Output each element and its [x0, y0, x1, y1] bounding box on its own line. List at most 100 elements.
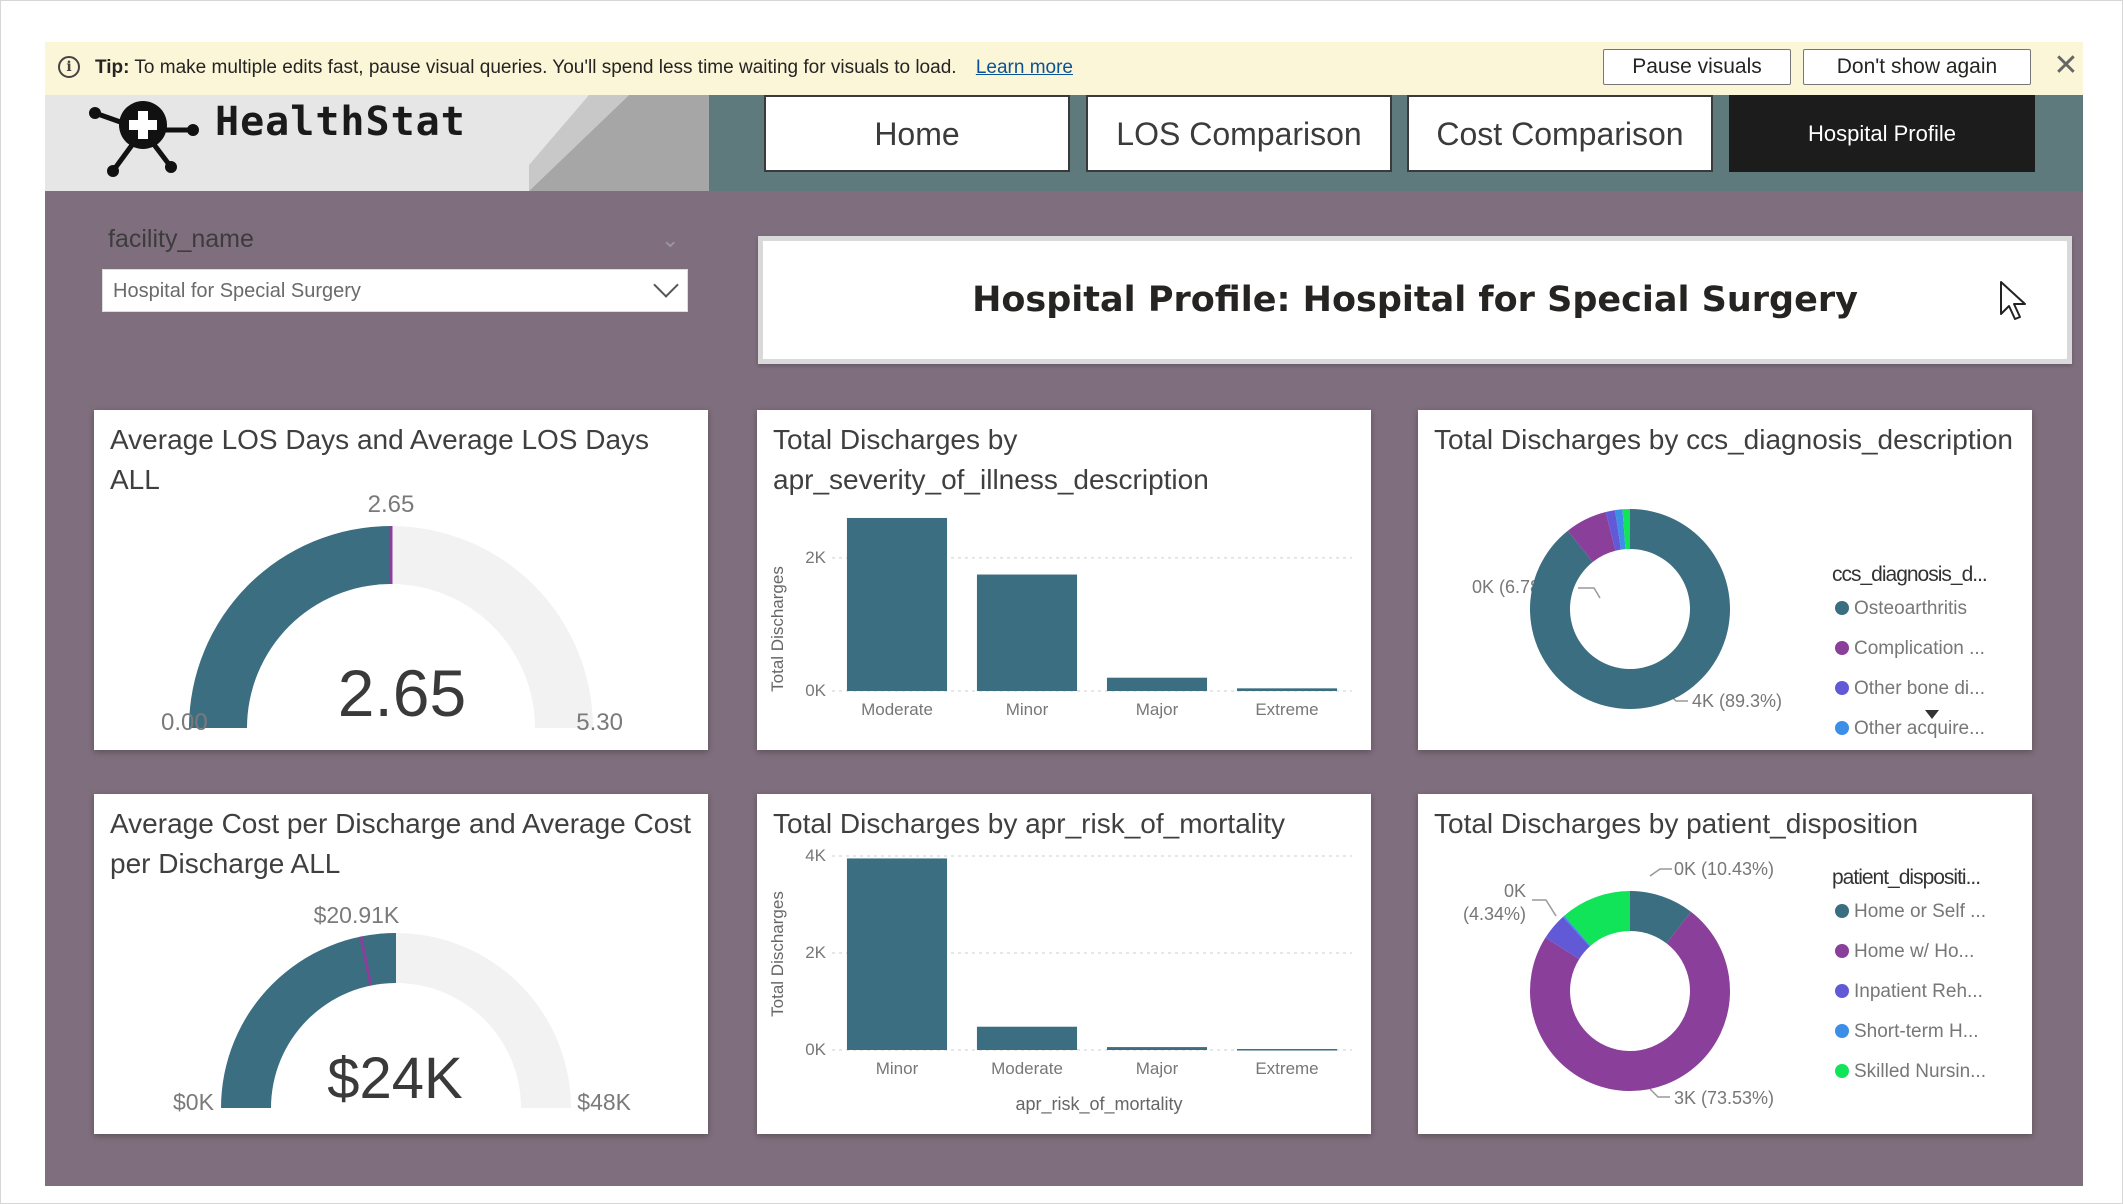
- x-tick-label: Moderate: [991, 1059, 1063, 1078]
- legend-item: Home w/ Ho...: [1854, 941, 1974, 962]
- gauge-target-label: $20.91K: [314, 902, 400, 928]
- legend-swatch: [1835, 681, 1849, 695]
- legend-item: Osteoarthritis: [1854, 598, 1967, 619]
- report-window: i Tip: To make multiple edits fast, paus…: [0, 0, 2123, 1204]
- legend-item: Home or Self ...: [1854, 901, 1986, 922]
- leader-line: [1649, 1088, 1670, 1098]
- x-tick-label: Minor: [1006, 700, 1049, 719]
- slicer-selected-value: Hospital for Special Surgery: [113, 280, 361, 302]
- mouse-cursor-icon: [2000, 281, 2026, 320]
- leader-line: [1649, 868, 1672, 877]
- bar: [976, 574, 1078, 691]
- gauge-min-label: $0K: [173, 1089, 215, 1115]
- visual-title: Total Discharges by patient_disposition: [1434, 808, 1919, 839]
- x-axis-title: apr_risk_of_mortality: [1015, 1094, 1182, 1115]
- x-tick-label: Moderate: [861, 700, 933, 719]
- legend-swatch: [1835, 601, 1849, 615]
- visual-title: Average LOS Days and Average LOS Days AL…: [110, 424, 650, 495]
- page-title-card: Hospital Profile: Hospital for Special S…: [758, 236, 2072, 364]
- y-tick-label: 2K: [805, 548, 826, 567]
- bar: [976, 1026, 1078, 1050]
- bar: [846, 858, 948, 1050]
- data-label-top: 0K (10.43%): [1674, 859, 1774, 879]
- bar: [1236, 688, 1338, 691]
- legend-item: Short-term H...: [1854, 1021, 1979, 1042]
- tip-message: Tip: To make multiple edits fast, pause …: [95, 57, 1073, 79]
- learn-more-link[interactable]: Learn more: [976, 57, 1073, 78]
- gauge-min-label: 0.00: [161, 709, 208, 736]
- bar: [1106, 1047, 1208, 1050]
- data-label-bottom: 3K (73.53%): [1674, 1088, 1774, 1108]
- chevron-down-icon: [653, 272, 679, 298]
- tip-label: Tip:: [95, 57, 130, 78]
- gauge-value-label: $24K: [327, 1046, 463, 1111]
- legend-title: patient_dispositi...: [1832, 866, 1980, 889]
- legend-swatch: [1835, 721, 1849, 735]
- leader-line: [1532, 899, 1557, 917]
- diagnosis-donut-visual[interactable]: 0K (6.78%) 4K (89.3%) ccs_diagnosis_d...…: [1418, 410, 2032, 750]
- nav-los-comparison-button[interactable]: LOS Comparison: [1086, 95, 1392, 172]
- legend-item: Complication ...: [1854, 638, 1985, 659]
- gauge-max-label: $48K: [577, 1089, 631, 1115]
- legend-title: ccs_diagnosis_d...: [1832, 563, 1987, 586]
- x-tick-label: Minor: [876, 1059, 919, 1078]
- dont-show-again-button[interactable]: Don't show again: [1803, 49, 2031, 85]
- visual-title: Average Cost per Discharge and Average C…: [110, 808, 692, 879]
- logo-text: HealthStat: [215, 99, 466, 145]
- severity-bar-visual[interactable]: Total Discharges 2K 0K Moderate Minor Major E…: [757, 410, 1371, 750]
- legend-item: Inpatient Reh...: [1854, 981, 1983, 1002]
- close-icon[interactable]: ✕: [2051, 51, 2081, 81]
- x-tick-label: Major: [1136, 1059, 1179, 1078]
- x-tick-label: Major: [1136, 700, 1179, 719]
- pause-visuals-button[interactable]: Pause visuals: [1603, 49, 1791, 85]
- los-gauge-visual[interactable]: 2.65 2.65 0.00 5.30 Average LOS Days and…: [94, 410, 708, 750]
- y-tick-label: 0K: [805, 1040, 826, 1059]
- bar: [1236, 1049, 1338, 1051]
- legend-item: Other acquire...: [1854, 718, 1985, 739]
- disposition-donut-chart: 0K (10.43%) 0K (4.34%) 3K (73.53%) patie…: [1463, 859, 1986, 1108]
- mortality-bar-chart: Total Discharges apr_risk_of_mortality 4…: [768, 846, 1352, 1115]
- bar: [846, 517, 948, 691]
- legend-swatch: [1835, 944, 1849, 958]
- y-tick-label: 4K: [805, 846, 826, 865]
- report-canvas: HealthStat Home LOS Comparison Cost Comp…: [45, 95, 2083, 1186]
- mortality-bar-visual[interactable]: Total Discharges apr_risk_of_mortality 4…: [757, 794, 1371, 1134]
- visual-title: Total Discharges by ccs_diagnosis_descri…: [1434, 424, 2013, 455]
- diagnosis-donut-chart: 0K (6.78%) 4K (89.3%) ccs_diagnosis_d...…: [1472, 509, 1988, 739]
- y-tick-label: 2K: [805, 943, 826, 962]
- leader-line: [1578, 587, 1601, 599]
- legend-swatch: [1835, 1064, 1849, 1078]
- nav-cost-comparison-button[interactable]: Cost Comparison: [1407, 95, 1713, 172]
- disposition-donut-visual[interactable]: 0K (10.43%) 0K (4.34%) 3K (73.53%) patie…: [1418, 794, 2032, 1134]
- legend-swatch: [1835, 1024, 1849, 1038]
- tip-body: To make multiple edits fast, pause visua…: [134, 57, 957, 78]
- nav-home-button[interactable]: Home: [764, 95, 1070, 172]
- health-molecule-logo: [89, 101, 199, 177]
- legend-item: Other bone di...: [1854, 678, 1985, 699]
- legend-swatch: [1835, 904, 1849, 918]
- bar: [1106, 677, 1208, 691]
- info-icon: i: [58, 56, 80, 78]
- visual-title: Total Discharges by apr_risk_of_mortalit…: [773, 808, 1285, 839]
- x-tick-label: Extreme: [1255, 700, 1318, 719]
- data-label-large: 4K (89.3%): [1692, 691, 1782, 711]
- facility-name-dropdown[interactable]: Hospital for Special Surgery: [102, 269, 688, 312]
- legend-swatch: [1835, 984, 1849, 998]
- gauge-max-label: 5.30: [576, 709, 623, 736]
- x-tick-label: Extreme: [1255, 1059, 1318, 1078]
- tip-bar: i Tip: To make multiple edits fast, paus…: [45, 42, 2083, 95]
- slicer-title: facility_name: [108, 225, 254, 253]
- data-label-left-pct: (4.34%): [1463, 904, 1526, 924]
- page-title: Hospital Profile: Hospital for Special S…: [972, 280, 1858, 320]
- legend-item: Skilled Nursin...: [1854, 1061, 1986, 1082]
- legend-swatch: [1835, 641, 1849, 655]
- slicer-collapse-icon[interactable]: ⌄: [661, 227, 679, 253]
- nav-hospital-profile-button[interactable]: Hospital Profile: [1729, 95, 2035, 172]
- gauge-value-label: 2.65: [338, 656, 466, 730]
- y-tick-label: 0K: [805, 681, 826, 700]
- visual-title: Total Discharges by apr_severity_of_illn…: [773, 424, 1209, 495]
- data-label-left: 0K: [1504, 881, 1526, 901]
- y-axis-title: Total Discharges: [768, 891, 787, 1017]
- y-axis-title: Total Discharges: [768, 566, 787, 692]
- cost-gauge-visual[interactable]: $20.91K $24K $0K $48K Average Cost per D…: [94, 794, 708, 1134]
